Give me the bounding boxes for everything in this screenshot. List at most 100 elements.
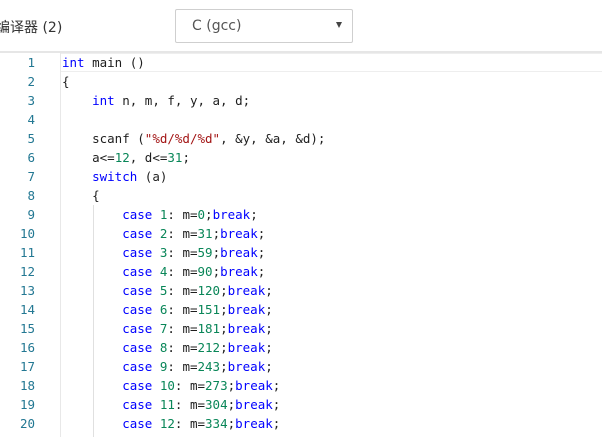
line-number: 7: [27, 169, 35, 184]
code-line[interactable]: case 1: m=0;break;: [62, 205, 258, 224]
code-token: ;: [272, 378, 281, 393]
code-token: 90: [197, 264, 213, 279]
code-token: ;: [265, 321, 273, 336]
code-token: ;: [182, 150, 190, 165]
code-token: 273: [205, 378, 228, 393]
code-token: break: [227, 283, 266, 298]
code-line[interactable]: case 4: m=90;break;: [62, 262, 265, 281]
code-token: 11: [159, 397, 175, 412]
line-number: 6: [27, 150, 35, 165]
code-line[interactable]: switch (a): [62, 167, 167, 186]
line-number: 5: [27, 131, 35, 146]
code-token: ;: [257, 264, 266, 279]
code-token: ;: [227, 416, 236, 431]
gutter-divider: [60, 53, 61, 437]
code-token: 304: [205, 397, 228, 412]
code-line[interactable]: int main (): [62, 53, 145, 72]
code-token: 181: [197, 321, 221, 336]
code-token: "%d/%d/%d": [144, 131, 221, 146]
code-token: : m=: [167, 264, 198, 279]
code-line[interactable]: case 6: m=151;break;: [62, 300, 273, 319]
code-token: : m=: [167, 207, 198, 222]
code-token: : m=: [174, 378, 206, 393]
code-line[interactable]: a<=12, d<=31;: [62, 148, 190, 167]
code-line[interactable]: case 7: m=181;break;: [62, 319, 273, 338]
line-number: 16: [19, 340, 35, 355]
code-token: break: [227, 359, 266, 374]
code-line[interactable]: case 12: m=334;break;: [62, 414, 280, 433]
code-line[interactable]: case 5: m=120;break;: [62, 281, 273, 300]
code-token: break: [220, 264, 258, 279]
code-token: (a): [137, 169, 168, 184]
code-line[interactable]: scanf ("%d/%d/%d", &y, &a, &d);: [62, 129, 325, 148]
line-number: 9: [27, 207, 35, 222]
code-token: 0: [197, 207, 206, 222]
code-line[interactable]: int n, m, f, y, a, d;: [62, 91, 250, 110]
code-token: break: [235, 416, 273, 431]
code-editor[interactable]: 1 int main () 2{3 int n, m, f, y, a, d; 4 5 …: [0, 53, 602, 437]
code-token: ;: [220, 321, 228, 336]
code-token: break: [212, 207, 251, 222]
code-token: case: [122, 245, 153, 260]
compiler-label: 编译器 (2): [0, 20, 63, 36]
code-token: : m=: [167, 283, 198, 298]
code-token: , &y, &a, &d);: [220, 131, 326, 146]
line-number: 2: [27, 74, 35, 89]
code-token: , d<=: [129, 150, 168, 165]
code-token: : m=: [174, 397, 206, 412]
compiler-select[interactable]: C (gcc): [175, 9, 353, 43]
code-line[interactable]: {: [62, 186, 100, 205]
code-token: int: [92, 93, 115, 108]
code-token: case: [122, 321, 153, 336]
line-number: 1: [27, 55, 35, 70]
code-line[interactable]: case 3: m=59;break;: [62, 243, 265, 262]
code-token: : m=: [167, 226, 198, 241]
code-token: : m=: [167, 321, 198, 336]
code-line[interactable]: case 2: m=31;break;: [62, 224, 265, 243]
code-token: case: [122, 416, 153, 431]
line-number: 19: [19, 397, 35, 412]
code-token: case: [122, 264, 153, 279]
code-token: n, m, f, y, a, d;: [114, 93, 251, 108]
code-token: 334: [205, 416, 228, 431]
line-number: 20: [19, 416, 35, 431]
line-number: 10: [19, 226, 35, 241]
code-line[interactable]: case 11: m=304;break;: [62, 395, 280, 414]
code-token: ;: [205, 207, 213, 222]
line-number: 17: [19, 359, 35, 374]
code-token: 12: [114, 150, 130, 165]
code-line[interactable]: {: [62, 72, 70, 91]
code-token: ;: [220, 340, 228, 355]
code-token: ;: [227, 378, 236, 393]
code-token: case: [122, 283, 153, 298]
code-token: break: [227, 302, 266, 317]
code-line[interactable]: case 8: m=212;break;: [62, 338, 273, 357]
line-number: 12: [19, 264, 35, 279]
code-token: break: [227, 340, 266, 355]
code-token: main (): [84, 55, 145, 70]
code-token: break: [235, 397, 273, 412]
code-token: case: [122, 226, 153, 241]
code-line[interactable]: case 10: m=273;break;: [62, 376, 280, 395]
code-line[interactable]: case 9: m=243;break;: [62, 357, 273, 376]
code-token: 31: [197, 226, 213, 241]
code-token: case: [122, 302, 153, 317]
code-token: 151: [197, 302, 221, 317]
code-token: 31: [167, 150, 183, 165]
